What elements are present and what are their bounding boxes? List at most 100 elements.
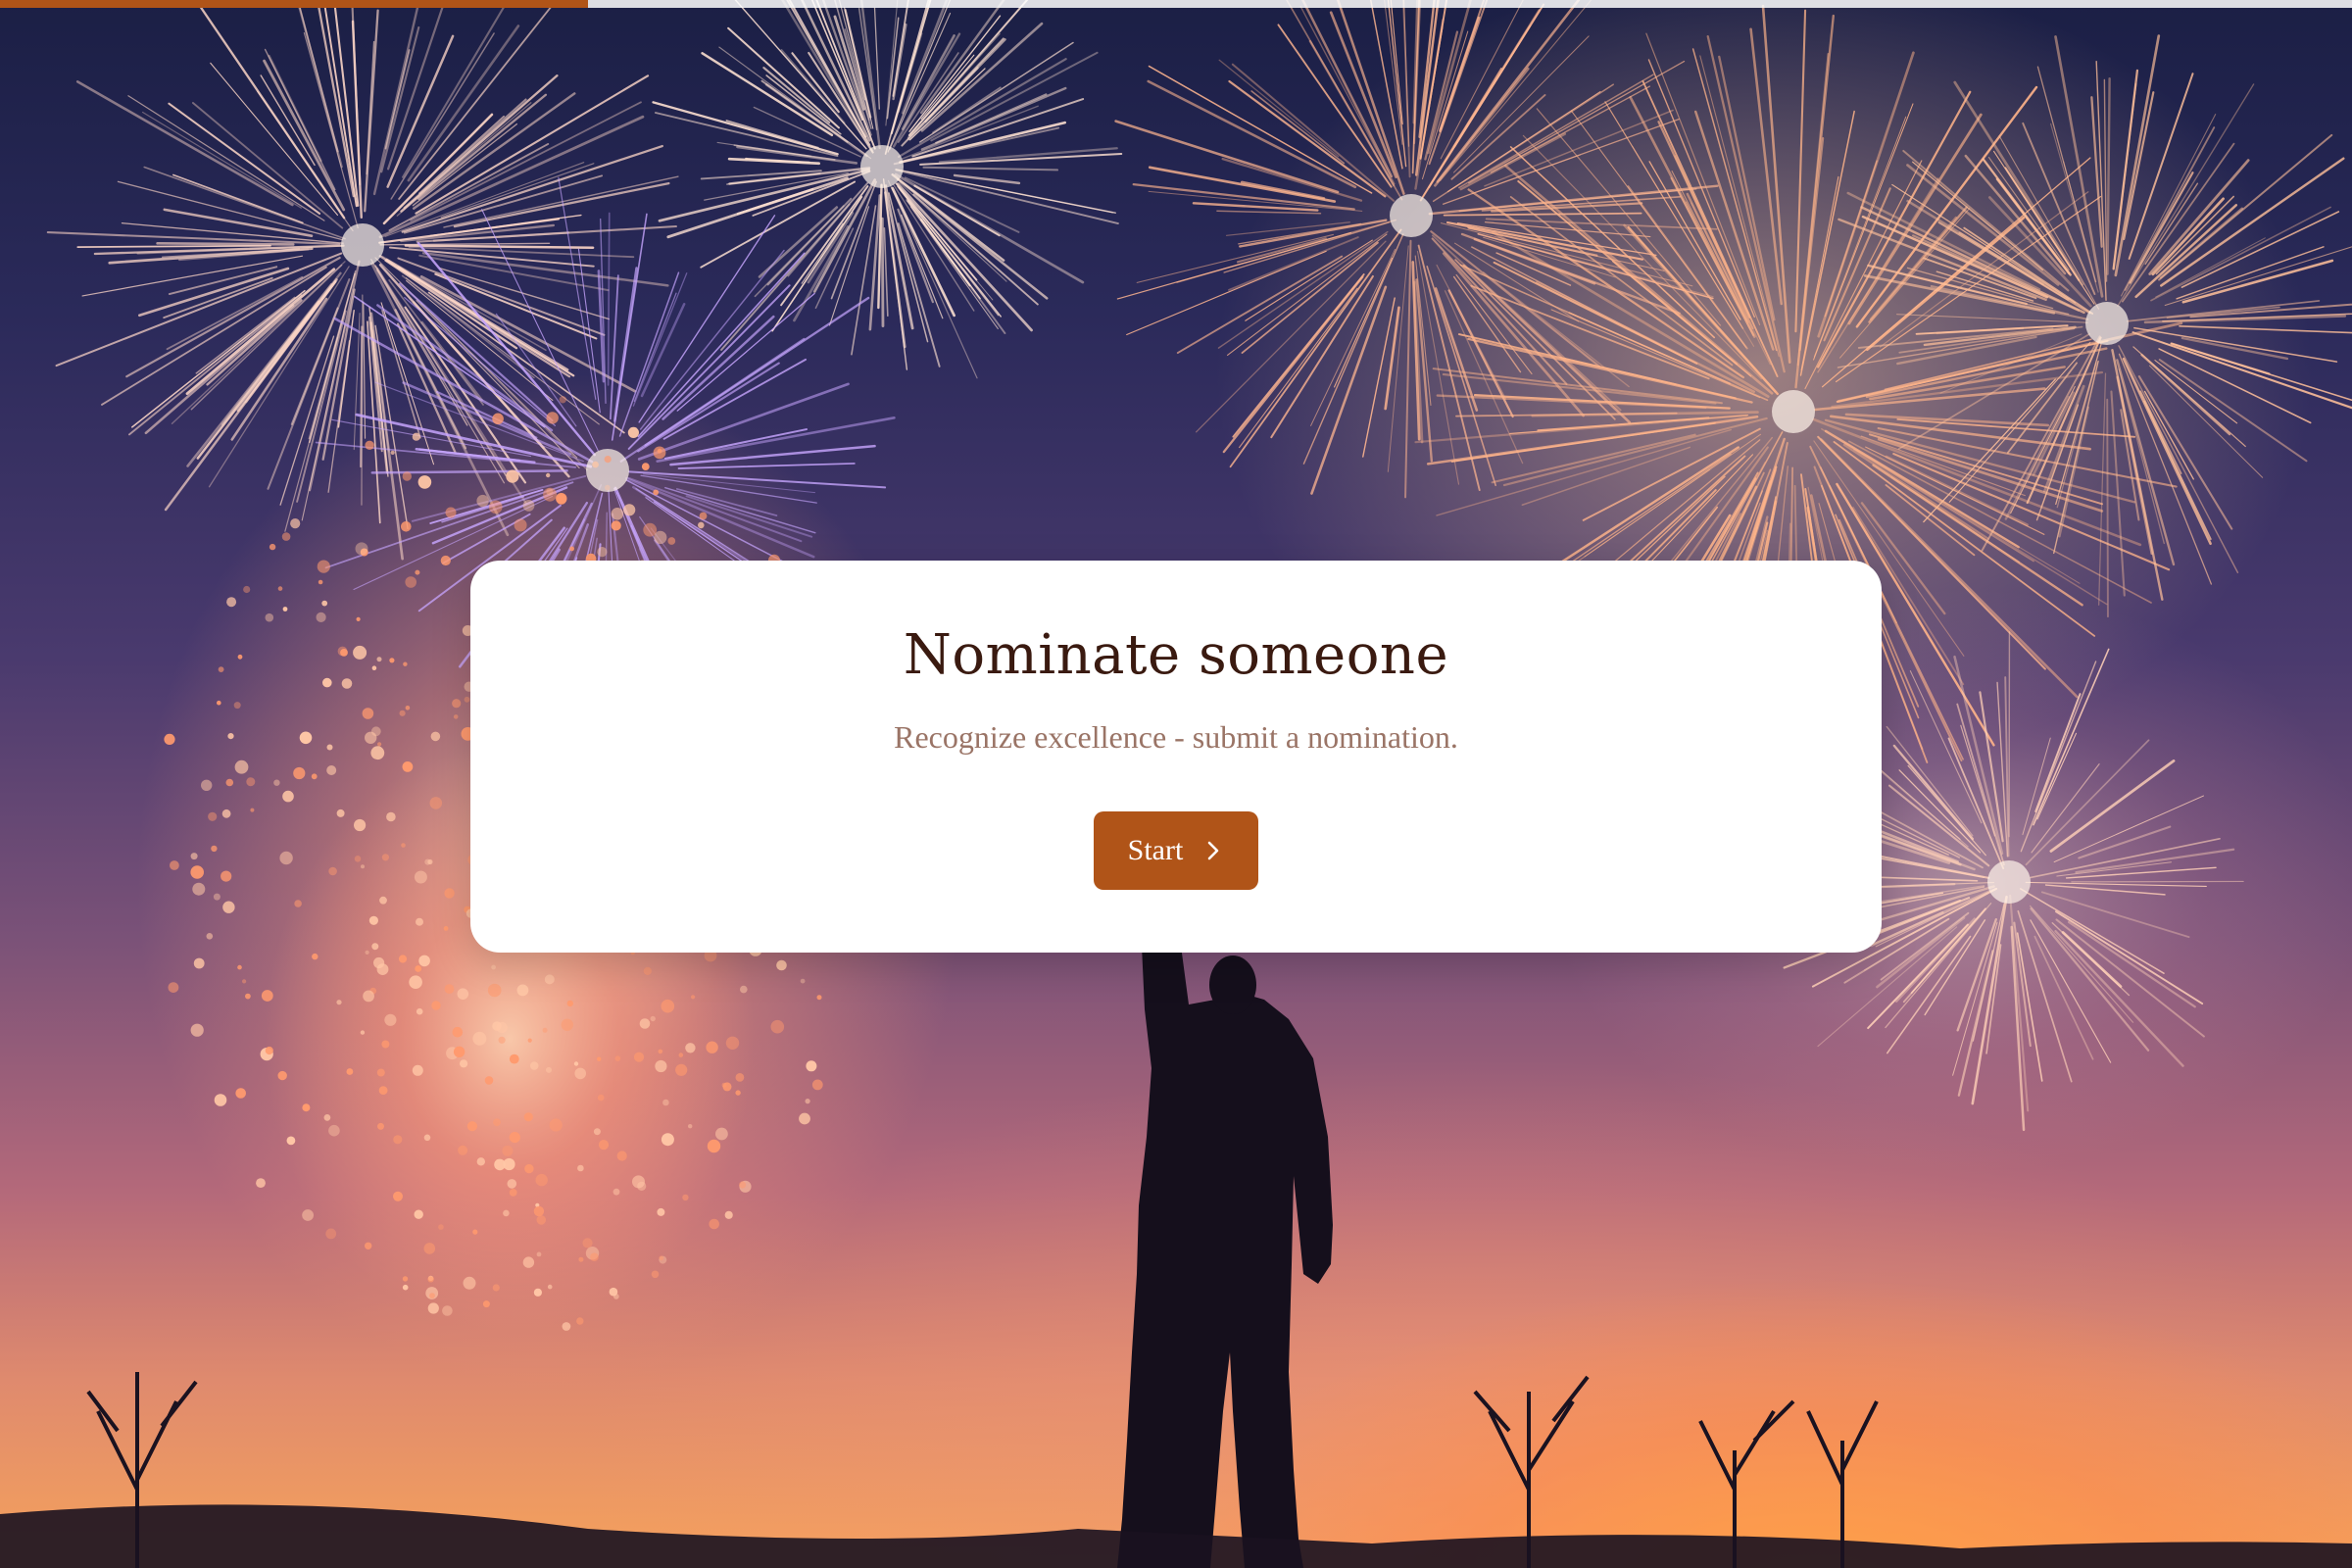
glitter-dot xyxy=(616,1151,627,1161)
glitter-dot xyxy=(353,645,368,660)
glitter-dot xyxy=(445,507,457,518)
glitter-dot xyxy=(770,1019,785,1034)
glitter-dot xyxy=(487,983,502,998)
glitter-dot xyxy=(535,1173,548,1187)
glitter-dot xyxy=(699,512,708,520)
glitter-dot xyxy=(246,777,256,787)
glitter-dot xyxy=(168,982,179,993)
glitter-dot xyxy=(427,1276,434,1283)
glitter-dot xyxy=(440,555,451,566)
glitter-dot xyxy=(453,714,459,719)
glitter-dot xyxy=(502,1145,514,1156)
glitter-dot xyxy=(429,797,443,809)
glitter-dot xyxy=(724,1210,733,1219)
glitter-dot xyxy=(503,1209,510,1217)
firework-core xyxy=(860,145,904,188)
firework-spark xyxy=(384,259,518,350)
glitter-dot xyxy=(250,808,255,812)
glitter-dot xyxy=(402,761,414,772)
glitter-dot xyxy=(493,1118,501,1127)
glitter-dot xyxy=(598,1140,610,1151)
glitter-dot xyxy=(290,518,301,529)
glitter-dot xyxy=(639,1018,651,1029)
glitter-dot xyxy=(593,1128,601,1136)
glitter-dot xyxy=(402,471,412,481)
glitter-dot xyxy=(365,731,377,744)
glitter-dot xyxy=(376,657,382,662)
firework-spark xyxy=(163,208,314,238)
glitter-dot xyxy=(489,500,503,514)
start-button[interactable]: Start xyxy=(1094,811,1258,890)
glitter-dot xyxy=(800,978,806,984)
firework-spark xyxy=(632,272,688,407)
firework-spark xyxy=(906,171,1113,214)
glitter-dot xyxy=(492,1284,500,1292)
progress-bar-fill xyxy=(0,0,588,8)
glitter-dot xyxy=(661,999,675,1013)
firework-spark xyxy=(156,242,295,246)
glitter-dot xyxy=(393,1191,403,1201)
glitter-dot xyxy=(611,508,624,520)
glitter-dot xyxy=(386,811,396,822)
glitter-dot xyxy=(438,1224,444,1230)
firework-spark xyxy=(76,244,271,249)
glitter-dot xyxy=(509,1132,520,1144)
glitter-dot xyxy=(498,1036,506,1044)
glitter-dot xyxy=(336,1000,342,1005)
glitter-dot xyxy=(444,888,455,899)
glitter-dot xyxy=(190,865,204,879)
glitter-dot xyxy=(206,933,214,940)
glitter-dot xyxy=(368,915,378,925)
glitter-dot xyxy=(389,658,395,663)
glitter-dot xyxy=(722,1082,732,1092)
glitter-dot xyxy=(543,487,558,502)
glitter-dot xyxy=(226,597,237,608)
glitter-dot xyxy=(691,995,696,1000)
glitter-dot xyxy=(234,760,249,774)
glitter-dot xyxy=(514,518,527,532)
glitter-dot xyxy=(302,1103,311,1112)
firework-spark xyxy=(127,95,325,221)
glitter-dot xyxy=(799,1112,810,1125)
glitter-dot xyxy=(401,843,406,848)
firework-spark xyxy=(793,224,850,322)
firework-spark xyxy=(558,176,597,400)
glitter-dot xyxy=(302,1209,314,1221)
firework-spark xyxy=(380,25,420,173)
glitter-dot xyxy=(509,1054,519,1064)
glitter-dot xyxy=(578,1256,584,1262)
firework-spark xyxy=(1218,59,1340,158)
glitter-dot xyxy=(269,543,276,551)
glitter-dot xyxy=(533,1288,543,1297)
glitter-dot xyxy=(242,979,247,984)
firework-spark xyxy=(260,74,316,167)
glitter-dot xyxy=(360,1030,366,1035)
glitter-dot xyxy=(208,811,218,821)
glitter-dot xyxy=(653,446,666,460)
glitter-dot xyxy=(476,1157,485,1166)
glitter-dot xyxy=(582,1238,593,1249)
glitter-dot xyxy=(378,1086,388,1095)
glitter-dot xyxy=(574,1067,586,1080)
firework-spark xyxy=(807,211,855,284)
glitter-dot xyxy=(739,1181,747,1189)
glitter-dot xyxy=(341,678,353,689)
glitter-dot xyxy=(735,1073,745,1082)
glitter-dot xyxy=(507,1179,517,1189)
glitter-dot xyxy=(524,1163,534,1174)
firework-spark xyxy=(895,169,1119,224)
firework-spark xyxy=(851,205,877,356)
glitter-dot xyxy=(311,773,318,780)
glitter-dot xyxy=(452,699,462,709)
glitter-dot xyxy=(491,964,496,970)
glitter-dot xyxy=(549,1118,563,1132)
glitter-dot xyxy=(170,860,179,870)
glitter-dot xyxy=(328,1124,340,1137)
glitter-dot xyxy=(662,1099,669,1106)
glitter-dot xyxy=(482,1300,490,1308)
glitter-dot xyxy=(412,1064,423,1076)
glitter-dot xyxy=(811,1079,823,1091)
glitter-dot xyxy=(328,866,337,876)
glitter-dot xyxy=(256,1178,266,1188)
firework-spark xyxy=(378,115,645,239)
